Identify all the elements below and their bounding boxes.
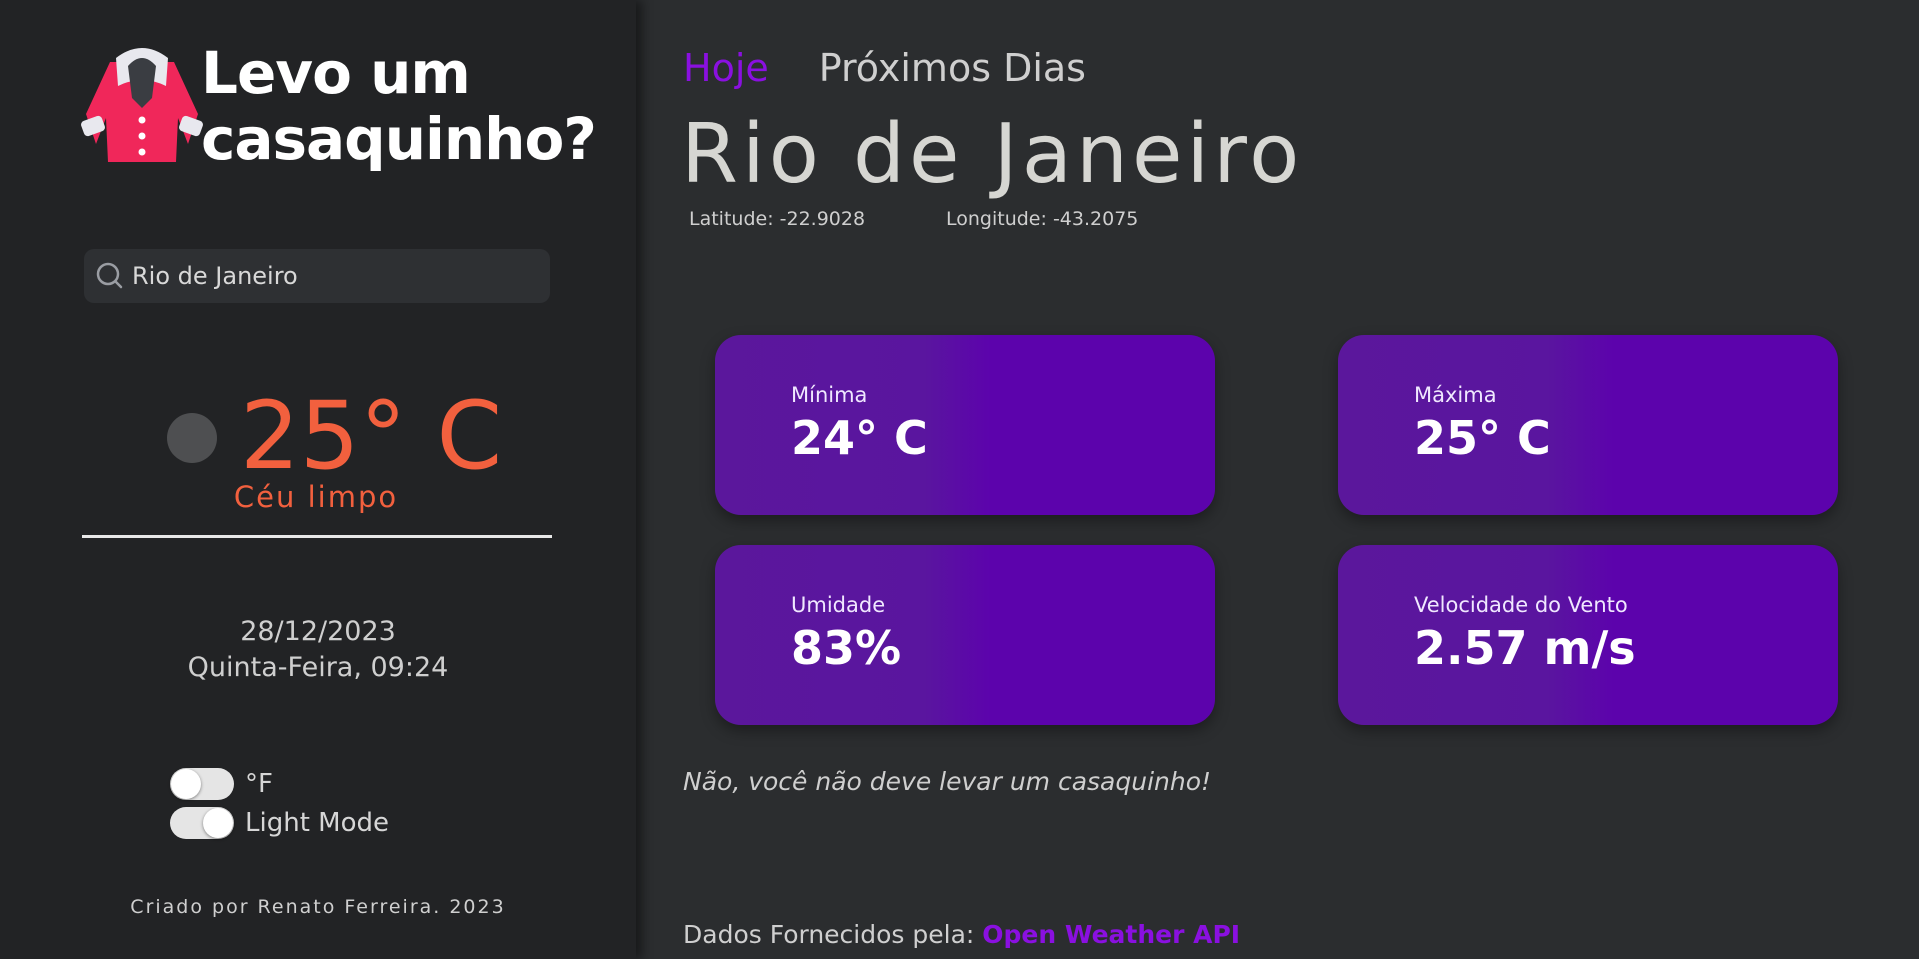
card-label: Máxima	[1414, 383, 1497, 407]
light-mode-toggle-row: Light Mode	[170, 806, 389, 840]
coat-icon	[81, 48, 203, 162]
latitude: Latitude: -22.9028	[689, 208, 866, 230]
tab-proximos-dias[interactable]: Próximos Dias	[819, 46, 1086, 90]
longitude: Longitude: -43.2075	[946, 208, 1139, 230]
fahrenheit-toggle[interactable]	[170, 768, 234, 800]
humidity-card: Umidade 83%	[715, 545, 1215, 725]
wind-speed-card: Velocidade do Vento 2.57 m/s	[1338, 545, 1838, 725]
tabs: Hoje Próximos Dias	[683, 46, 1086, 90]
light-mode-toggle[interactable]	[170, 807, 234, 839]
light-mode-toggle-label: Light Mode	[245, 808, 389, 838]
coat-advice: Não, você não deve levar um casaquinho!	[683, 767, 1212, 796]
app-title-line2: casaquinho?	[201, 105, 597, 173]
card-label: Velocidade do Vento	[1414, 593, 1628, 617]
card-value: 24° C	[791, 411, 928, 465]
author-credit: Criado por Renato Ferreira. 2023	[130, 896, 506, 918]
open-weather-api-link[interactable]: Open Weather API	[982, 920, 1240, 949]
min-temp-card: Mínima 24° C	[715, 335, 1215, 515]
current-date: 28/12/2023	[240, 616, 396, 647]
weekday-time: Quinta-Feira, 09:24	[187, 652, 449, 683]
max-temp-card: Máxima 25° C	[1338, 335, 1838, 515]
weather-description: Céu limpo	[233, 480, 399, 514]
divider	[82, 535, 552, 538]
city-name: Rio de Janeiro	[681, 107, 1304, 202]
app-title-line1: Levo um	[201, 39, 471, 107]
tab-hoje[interactable]: Hoje	[683, 46, 769, 90]
toggle-knob	[171, 769, 201, 799]
sidebar: Levo um casaquinho? 25° C Céu limpo 28/1…	[0, 0, 636, 959]
data-source-prefix: Dados Fornecidos pela:	[683, 920, 983, 949]
clear-sky-icon	[167, 413, 217, 463]
search-box[interactable]	[84, 249, 550, 303]
current-temperature: 25° C	[240, 382, 503, 491]
app-title: Levo um casaquinho?	[201, 40, 621, 172]
city-search-input[interactable]	[132, 262, 532, 290]
data-source-credit: Dados Fornecidos pela: Open Weather API	[683, 920, 1240, 949]
card-value: 25° C	[1414, 411, 1551, 465]
card-value: 2.57 m/s	[1414, 621, 1636, 675]
card-label: Umidade	[791, 593, 886, 617]
toggle-knob	[203, 808, 233, 838]
card-value: 83%	[791, 621, 902, 675]
fahrenheit-toggle-row: °F	[170, 767, 273, 801]
fahrenheit-toggle-label: °F	[245, 769, 273, 799]
search-icon[interactable]	[94, 260, 126, 292]
card-label: Mínima	[791, 383, 868, 407]
